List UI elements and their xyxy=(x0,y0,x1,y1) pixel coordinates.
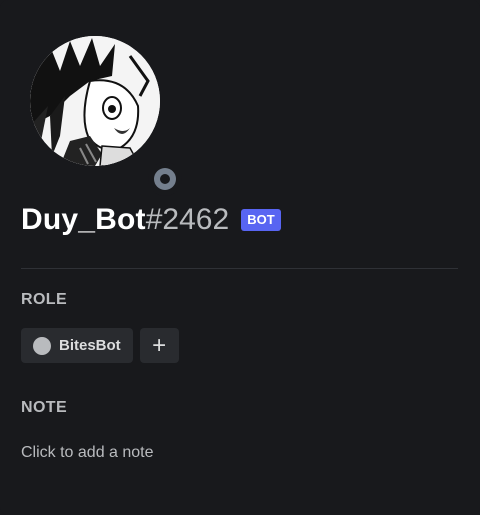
discriminator[interactable]: #2462 xyxy=(146,203,229,237)
avatar-container[interactable] xyxy=(30,36,182,196)
anime-avatar-icon xyxy=(30,36,160,166)
avatar[interactable] xyxy=(30,36,160,166)
role-pill-bitesbot[interactable]: BitesBot xyxy=(21,328,133,363)
role-list: BitesBot + xyxy=(21,328,179,363)
offline-status-icon xyxy=(154,168,176,190)
note-section-title: NOTE xyxy=(21,399,68,416)
name-row: Duy_Bot #2462 BOT xyxy=(21,203,281,237)
add-role-button[interactable]: + xyxy=(139,328,179,363)
bot-badge: BOT xyxy=(241,209,281,231)
status-indicator xyxy=(148,162,182,196)
plus-icon: + xyxy=(152,331,167,359)
note-input[interactable]: Click to add a note xyxy=(21,444,154,462)
role-section-title: ROLE xyxy=(21,291,68,308)
divider xyxy=(21,268,458,269)
role-color-dot xyxy=(33,336,51,355)
user-profile-popout: Duy_Bot #2462 BOT ROLE BitesBot + NOTE C… xyxy=(0,0,480,515)
role-name: BitesBot xyxy=(59,337,121,354)
username[interactable]: Duy_Bot xyxy=(21,203,146,237)
